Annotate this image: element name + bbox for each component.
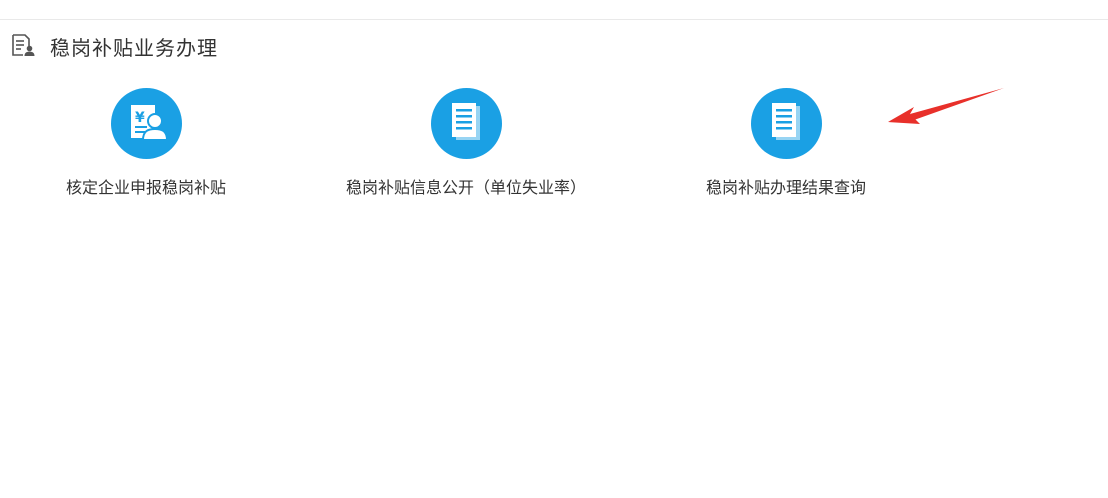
- service-icon-circle: [751, 88, 822, 159]
- document-list-icon: [452, 103, 480, 140]
- service-label: 稳岗补贴办理结果查询: [705, 178, 866, 197]
- service-declare-subsidy[interactable]: ¥ 核定企业申报稳岗补贴: [0, 88, 296, 208]
- annotation-arrow-icon: [888, 88, 1004, 124]
- service-icon-circle: ¥: [111, 88, 182, 159]
- document-user-icon: [12, 34, 35, 56]
- service-label: 稳岗补贴信息公开（单位失业率）: [345, 178, 586, 197]
- page: 稳岗补贴业务办理 ¥ 核定企业申报稳岗补贴 稳岗补贴信息公开（单位失业率） 稳岗…: [0, 0, 1108, 498]
- top-divider: [0, 19, 1108, 20]
- subsidy-applicant-icon: ¥: [131, 105, 169, 141]
- service-info-disclosure[interactable]: 稳岗补贴信息公开（单位失业率）: [316, 88, 616, 208]
- service-label: 核定企业申报稳岗补贴: [65, 178, 226, 197]
- svg-text:¥: ¥: [135, 110, 145, 126]
- document-list-icon: [772, 103, 800, 140]
- service-icon-circle: [431, 88, 502, 159]
- section-header: 稳岗补贴业务办理: [10, 30, 218, 62]
- section-title: 稳岗补贴业务办理: [50, 35, 218, 60]
